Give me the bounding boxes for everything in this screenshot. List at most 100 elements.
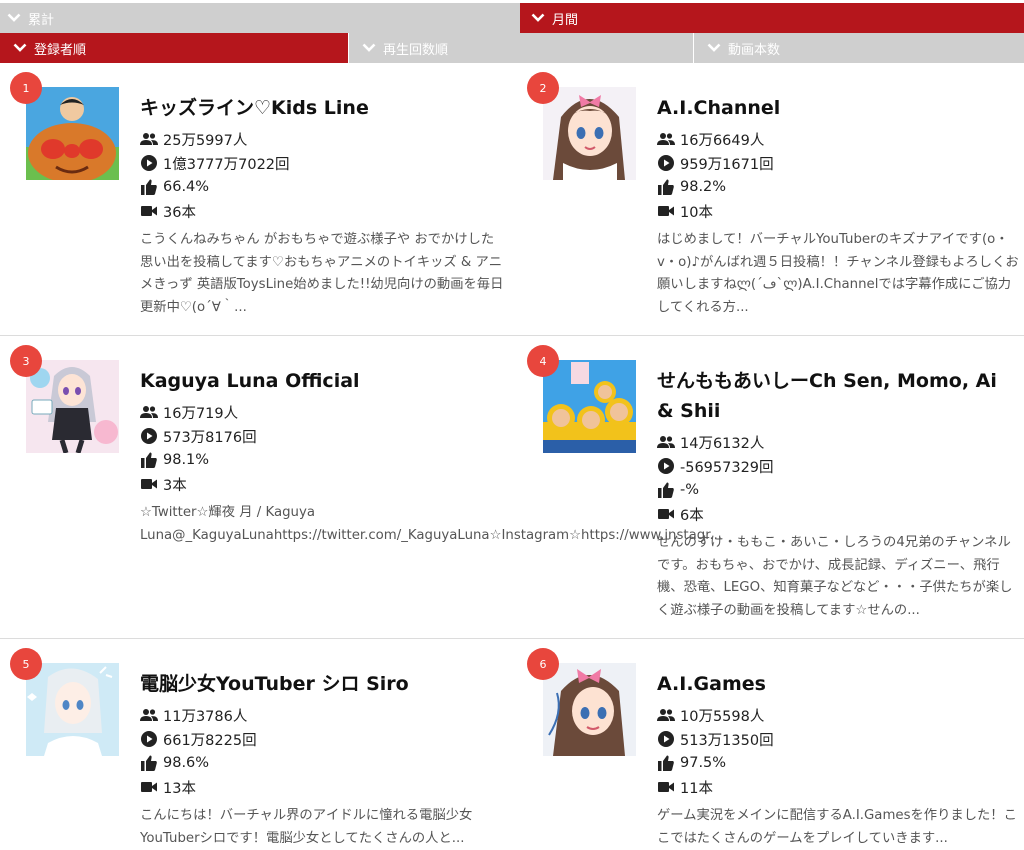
video-count: 13本 [140, 775, 500, 799]
subscriber-count: 14万6132人 [657, 430, 1017, 454]
row-divider [0, 638, 1024, 639]
view-count: 661万8225回 [140, 727, 500, 751]
rank-badge: 1 [10, 72, 42, 104]
channel-stats: 25万5997人 1億3777万7022回 66.4% 36本 [140, 127, 500, 223]
channel-stats: 11万3786人 661万8225回 98.6% 13本 [140, 703, 500, 799]
like-ratio: 98.6% [140, 751, 500, 775]
people-icon [657, 706, 675, 724]
thumbs-up-icon [140, 178, 158, 196]
rank-badge: 5 [10, 648, 42, 680]
channel-card[interactable]: 6 A.I.Games 10万5598人 513万1350回 97.5% 11本… [517, 648, 1024, 846]
thumbs-up-icon [140, 754, 158, 772]
play-circle-icon [657, 154, 675, 172]
view-count: 959万1671回 [657, 151, 1017, 175]
video-count: 6本 [657, 502, 1017, 526]
rank-badge: 2 [527, 72, 559, 104]
video-camera-icon [140, 778, 158, 796]
rank-badge: 4 [527, 345, 559, 377]
tab-by-subscribers[interactable]: 登録者順 [0, 33, 348, 63]
tab-monthly[interactable]: 月間 [520, 3, 1024, 33]
channel-thumbnail[interactable] [26, 663, 119, 756]
sort-tabs: 登録者順 再生回数順 動画本数 [0, 33, 1024, 63]
channel-thumbnail[interactable] [26, 87, 119, 180]
chevron-down-icon [6, 10, 22, 26]
channel-card[interactable]: 5 電脳少女YouTuber シロ Siro 11万3786人 661万8225… [0, 648, 512, 846]
subscriber-count: 25万5997人 [140, 127, 500, 151]
tab-label: 再生回数順 [383, 42, 449, 58]
channel-description: はじめまして！バーチャルYouTuberのキズナアイです(o・v・o)♪がんばれ… [657, 232, 1019, 315]
channel-card[interactable]: 3 Kaguya Luna Official 16万719人 573万8176回… [0, 345, 722, 652]
channel-card[interactable]: 1 キッズライン♡Kids Line 25万5997人 1億3777万7022回… [0, 72, 512, 379]
video-camera-icon [657, 202, 675, 220]
thumbs-up-icon [657, 178, 675, 196]
view-count: 1億3777万7022回 [140, 151, 500, 175]
channel-stats: 16万719人 573万8176回 98.1% 3本 [140, 400, 500, 496]
channel-description: こんにちは！バーチャル界のアイドルに憧れる電脳少女YouTuberシロです！電脳… [140, 808, 473, 846]
like-ratio: 66.4% [140, 175, 500, 199]
subscriber-count: 16万6649人 [657, 127, 1017, 151]
like-ratio: 97.5% [657, 751, 1017, 775]
chevron-down-icon [12, 40, 28, 56]
tab-total[interactable]: 累計 [0, 3, 520, 33]
channel-thumbnail[interactable] [543, 360, 636, 453]
tab-by-video-count[interactable]: 動画本数 [693, 33, 1024, 63]
video-camera-icon [657, 778, 675, 796]
video-camera-icon [140, 202, 158, 220]
people-icon [657, 433, 675, 451]
play-circle-icon [140, 154, 158, 172]
view-count: -56957329回 [657, 454, 1017, 478]
row-divider [0, 335, 1024, 336]
video-count: 36本 [140, 199, 500, 223]
people-icon [140, 706, 158, 724]
channel-thumbnail[interactable] [543, 663, 636, 756]
channel-description: ゲーム実況をメインに配信するA.I.Gamesを作りました！ここではたくさんのゲ… [657, 808, 1017, 846]
like-ratio: 98.1% [140, 448, 500, 472]
video-camera-icon [657, 505, 675, 523]
play-circle-icon [657, 730, 675, 748]
channel-title[interactable]: A.I.Channel [657, 93, 1017, 123]
subscriber-count: 16万719人 [140, 400, 500, 424]
tab-label: 月間 [552, 12, 579, 28]
channel-description: こうくんねみちゃん がおもちゃで遊ぶ様子や おでかけした思い出を投稿してます♡お… [140, 232, 504, 315]
channel-thumbnail[interactable] [543, 87, 636, 180]
channel-stats: 10万5598人 513万1350回 97.5% 11本 [657, 703, 1017, 799]
chevron-down-icon [706, 40, 722, 56]
video-camera-icon [140, 475, 158, 493]
rank-badge: 3 [10, 345, 42, 377]
people-icon [140, 130, 158, 148]
rank-badge: 6 [527, 648, 559, 680]
channel-card[interactable]: 2 A.I.Channel 16万6649人 959万1671回 98.2% 1… [517, 72, 1024, 379]
video-count: 10本 [657, 199, 1017, 223]
thumbs-up-icon [140, 451, 158, 469]
like-ratio: -% [657, 478, 1017, 502]
play-circle-icon [657, 457, 675, 475]
play-circle-icon [140, 427, 158, 445]
people-icon [657, 130, 675, 148]
chevron-down-icon [530, 10, 546, 26]
thumbs-up-icon [657, 754, 675, 772]
thumbs-up-icon [657, 481, 675, 499]
channel-title[interactable]: Kaguya Luna Official [140, 366, 500, 396]
view-count: 513万1350回 [657, 727, 1017, 751]
subscriber-count: 10万5598人 [657, 703, 1017, 727]
chevron-down-icon [361, 40, 377, 56]
tab-label: 動画本数 [728, 42, 781, 58]
subscriber-count: 11万3786人 [140, 703, 500, 727]
channel-stats: 14万6132人 -56957329回 -% 6本 [657, 430, 1017, 526]
people-icon [140, 403, 158, 421]
period-tabs: 累計 月間 [0, 3, 1024, 33]
tab-by-views[interactable]: 再生回数順 [348, 33, 693, 63]
channel-card[interactable]: 4 せんももあいしーCh Sen, Momo, Ai & Shii 14万613… [517, 345, 1024, 652]
tab-label: 累計 [28, 12, 55, 28]
video-count: 11本 [657, 775, 1017, 799]
channel-thumbnail[interactable] [26, 360, 119, 453]
channel-title[interactable]: キッズライン♡Kids Line [140, 93, 500, 123]
channel-title[interactable]: A.I.Games [657, 669, 1017, 699]
video-count: 3本 [140, 472, 500, 496]
view-count: 573万8176回 [140, 424, 500, 448]
channel-title[interactable]: せんももあいしーCh Sen, Momo, Ai & Shii [657, 366, 1017, 426]
play-circle-icon [140, 730, 158, 748]
channel-stats: 16万6649人 959万1671回 98.2% 10本 [657, 127, 1017, 223]
channel-title[interactable]: 電脳少女YouTuber シロ Siro [140, 669, 500, 699]
channel-description: せんのすけ・ももこ・あいこ・しろうの4兄弟のチャンネルです。おもちゃ、おでかけ、… [657, 535, 1013, 618]
